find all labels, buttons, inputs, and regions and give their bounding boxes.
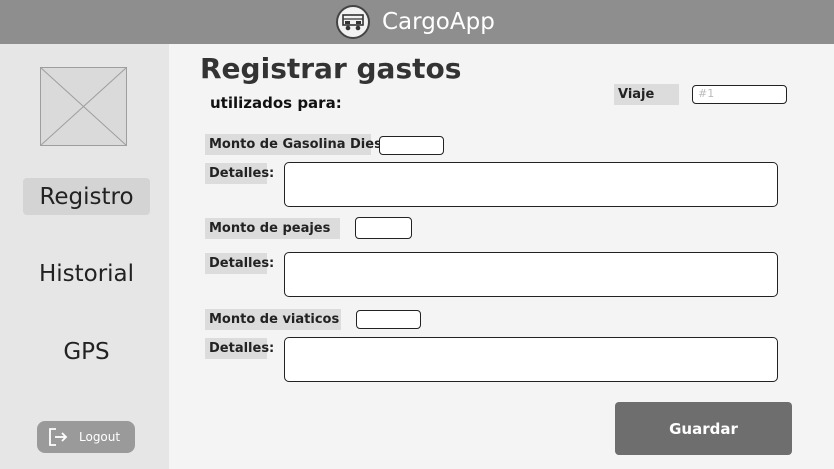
truck-icon [336, 5, 370, 39]
diesel-amount-input[interactable] [379, 136, 444, 155]
page-title: Registrar gastos [200, 52, 462, 85]
sidebar: Registro Historial GPS Logout [0, 44, 169, 469]
tolls-details-label: Detalles: [205, 253, 274, 274]
sidebar-item-gps[interactable]: GPS [23, 333, 150, 370]
allowance-details-label: Detalles: [205, 338, 274, 359]
app-title: CargoApp [382, 9, 495, 35]
tolls-details-textarea[interactable] [284, 252, 778, 297]
tolls-amount-label: Monto de peajes [205, 218, 340, 239]
diesel-details-textarea[interactable] [284, 162, 778, 207]
allowance-amount-label: Monto de viaticos [205, 309, 341, 330]
page-subtitle: utilizados para: [210, 94, 342, 112]
diesel-details-label: Detalles: [205, 163, 274, 184]
sidebar-item-historial[interactable]: Historial [23, 255, 150, 292]
image-placeholder-icon [40, 67, 127, 146]
save-button[interactable]: Guardar [615, 402, 792, 455]
diesel-amount-label: Monto de Gasolina Diesel [205, 134, 395, 155]
sidebar-item-registro[interactable]: Registro [23, 178, 150, 215]
sidebar-item-label: GPS [63, 338, 110, 365]
tolls-amount-input[interactable] [355, 217, 412, 239]
logout-icon [47, 426, 69, 448]
trip-label: Viaje [614, 84, 679, 105]
allowance-details-textarea[interactable] [284, 337, 778, 382]
allowance-amount-input[interactable] [356, 310, 421, 329]
sidebar-item-label: Historial [38, 260, 135, 287]
brand: CargoApp [336, 3, 495, 41]
logout-label: Logout [79, 430, 121, 444]
trip-input[interactable]: #1 [692, 85, 787, 104]
top-bar: CargoApp [0, 0, 834, 44]
logout-button[interactable]: Logout [37, 421, 135, 453]
sidebar-item-label: Registro [39, 183, 134, 210]
